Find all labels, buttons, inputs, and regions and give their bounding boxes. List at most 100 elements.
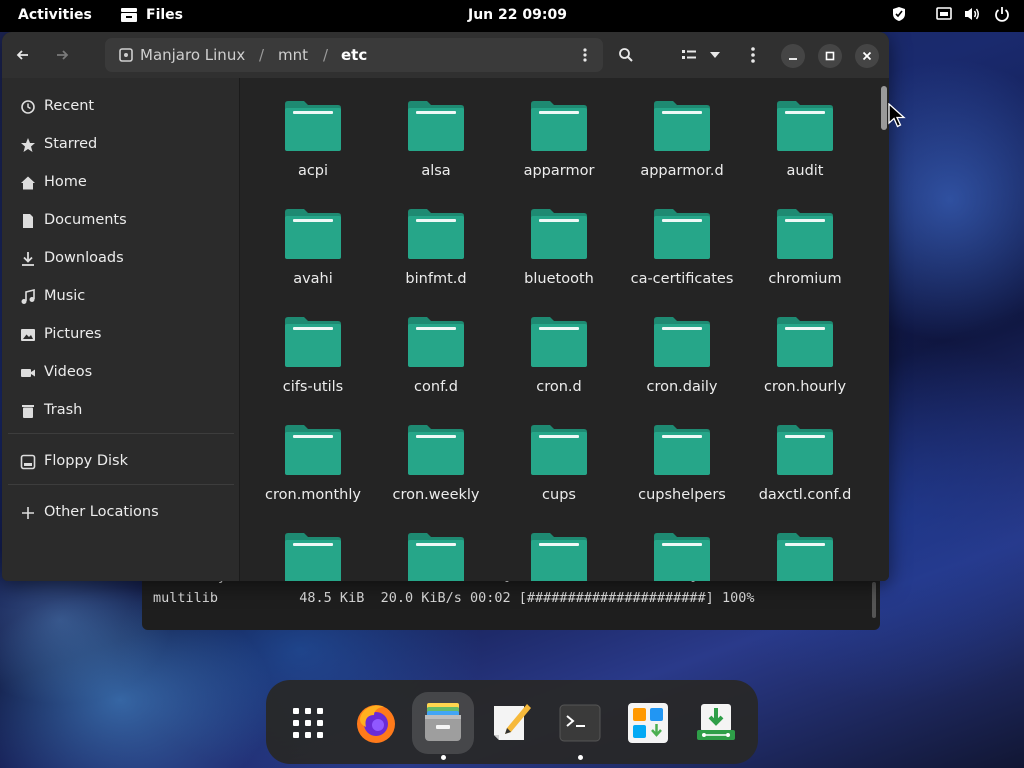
firefox-icon	[357, 705, 395, 743]
folder-item[interactable]: ca-certificates	[627, 208, 737, 308]
clock[interactable]: Jun 22 09:09	[468, 7, 567, 23]
dock-app-grid[interactable]	[277, 692, 339, 754]
sidebar-item-other-locations[interactable]: Other Locations	[2, 495, 240, 531]
folder-item[interactable]: acpi	[258, 100, 368, 200]
folder-item[interactable]: apparmor	[504, 100, 614, 200]
folder-item[interactable]: cron.weekly	[381, 424, 491, 524]
app-grid-icon	[293, 708, 323, 738]
sidebar-item-recent[interactable]: Recent	[2, 89, 240, 125]
folder-name: bluetooth	[524, 271, 594, 287]
folder-name: ca-certificates	[630, 271, 734, 287]
folder-item[interactable]: cifs-utils	[258, 316, 368, 416]
folder-item[interactable]: cron.monthly	[258, 424, 368, 524]
dock-installer[interactable]	[685, 692, 747, 754]
folder-item[interactable]: chromium	[750, 208, 860, 308]
activities-button[interactable]: Activities	[18, 7, 92, 23]
mouse-cursor-icon	[888, 103, 906, 128]
folder-name: conf.d	[414, 379, 458, 395]
app-name: Files	[146, 7, 183, 23]
folder-item[interactable]: conf.d	[381, 316, 491, 416]
breadcrumb-current[interactable]: etc	[341, 46, 367, 64]
folder-item[interactable]: cron.hourly	[750, 316, 860, 416]
sidebar-item-trash[interactable]: Trash	[2, 393, 240, 429]
sidebar-item-pictures[interactable]: Pictures	[2, 317, 240, 353]
dock-software[interactable]	[617, 692, 679, 754]
sidebar-divider	[8, 484, 234, 485]
content-scrollbar[interactable]	[881, 86, 887, 130]
shield-icon	[893, 7, 905, 21]
folder-item[interactable]: avahi	[258, 208, 368, 308]
maximize-button[interactable]	[818, 44, 842, 68]
terminal-scrollbar[interactable]	[872, 582, 876, 618]
folder-item[interactable]: audit	[750, 100, 860, 200]
sidebar-item-label: Documents	[44, 212, 127, 228]
star-icon	[21, 138, 35, 152]
minimize-button[interactable]	[781, 44, 805, 68]
folder-name: binfmt.d	[405, 271, 467, 287]
arrow-left-icon	[16, 50, 28, 60]
sidebar-item-downloads[interactable]: Downloads	[2, 241, 240, 277]
folder-item[interactable]	[504, 532, 614, 581]
plus-icon	[22, 507, 34, 519]
sidebar-item-home[interactable]: Home	[2, 165, 240, 201]
folder-icon	[654, 425, 710, 475]
folder-icon	[777, 209, 833, 259]
terminal-line: multilib 48.5 KiB 20.0 KiB/s 00:02 [####…	[153, 590, 755, 606]
dock-firefox[interactable]	[345, 692, 407, 754]
search-button[interactable]	[609, 38, 643, 72]
close-icon	[862, 51, 872, 61]
system-tray[interactable]	[892, 6, 1010, 22]
folder-item[interactable]: cron.daily	[627, 316, 737, 416]
folder-name: apparmor.d	[640, 163, 724, 179]
dock-text-editor[interactable]	[481, 692, 543, 754]
folder-item[interactable]	[258, 532, 368, 581]
folder-icon	[285, 101, 341, 151]
folder-item[interactable]: cups	[504, 424, 614, 524]
back-button[interactable]	[6, 38, 40, 72]
folder-item[interactable]	[381, 532, 491, 581]
folder-item[interactable]: binfmt.d	[381, 208, 491, 308]
dock-files[interactable]	[412, 692, 474, 754]
folder-name: cifs-utils	[282, 379, 344, 395]
file-grid[interactable]: acpi alsa apparmor apparmor.d audit avahi binf…	[241, 78, 889, 581]
sidebar-item-label: Pictures	[44, 326, 102, 342]
picture-icon	[21, 329, 35, 341]
dock-terminal[interactable]	[549, 692, 611, 754]
folder-item[interactable]: bluetooth	[504, 208, 614, 308]
folder-name: audit	[786, 163, 824, 179]
sidebar-item-documents[interactable]: Documents	[2, 203, 240, 239]
sidebar-item-music[interactable]: Music	[2, 279, 240, 315]
close-button[interactable]	[855, 44, 879, 68]
folder-item[interactable]: alsa	[381, 100, 491, 200]
folder-item[interactable]	[627, 532, 737, 581]
header-bar: Manjaro Linux / mnt / etc	[2, 32, 889, 78]
files-window: Manjaro Linux / mnt / etc Recent Starred…	[2, 32, 889, 581]
home-icon	[21, 176, 35, 190]
folder-name: apparmor	[523, 163, 595, 179]
breadcrumb-root[interactable]: Manjaro Linux	[140, 46, 245, 64]
folder-item[interactable]: cron.d	[504, 316, 614, 416]
folder-item[interactable]: cupshelpers	[627, 424, 737, 524]
folder-item[interactable]: daxctl.conf.d	[750, 424, 860, 524]
path-bar[interactable]: Manjaro Linux / mnt / etc	[105, 38, 603, 72]
forward-button[interactable]	[45, 38, 79, 72]
drive-icon	[119, 48, 133, 62]
sidebar-item-label: Other Locations	[44, 504, 159, 520]
folder-name: chromium	[768, 271, 842, 287]
folder-item[interactable]	[750, 532, 860, 581]
folder-icon	[408, 533, 464, 581]
network-wired-icon	[936, 7, 952, 20]
more-vertical-icon[interactable]	[583, 48, 587, 62]
sidebar-item-starred[interactable]: Starred	[2, 127, 240, 163]
sidebar-item-videos[interactable]: Videos	[2, 355, 240, 391]
text-editor-icon	[494, 704, 531, 740]
menu-button[interactable]	[736, 38, 770, 72]
app-menu[interactable]: Files	[120, 7, 183, 23]
folder-item[interactable]: apparmor.d	[627, 100, 737, 200]
breadcrumb-mnt[interactable]: mnt	[278, 46, 308, 64]
sidebar-item-floppy-disk[interactable]: Floppy Disk	[2, 444, 240, 480]
view-toggle-button[interactable]	[674, 38, 728, 72]
files-icon	[425, 703, 461, 741]
sidebar-item-label: Floppy Disk	[44, 453, 128, 469]
software-icon	[628, 703, 668, 743]
